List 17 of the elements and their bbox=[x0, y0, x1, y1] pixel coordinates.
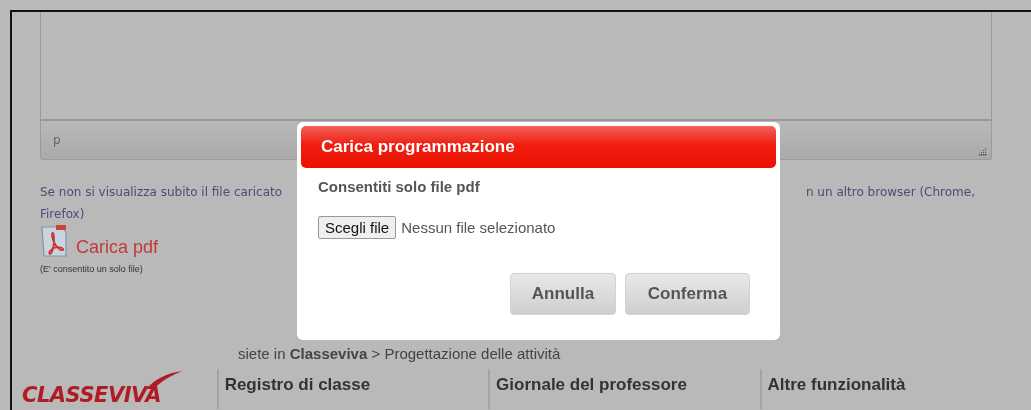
upload-hint: (E' consentito un solo file) bbox=[40, 264, 144, 274]
notice-text: n un altro browser (Chrome, bbox=[805, 184, 975, 200]
menu-column-heading: Registro di classe bbox=[224, 375, 371, 394]
menu-column-heading: Giornale del professore bbox=[496, 375, 687, 394]
notice-text: Se non si visualizza subito il file caricato bbox=[40, 184, 283, 200]
dialog-button[interactable]: Conferma bbox=[625, 273, 750, 315]
menu-column-heading: Altre funzionalità bbox=[767, 375, 906, 394]
choose-file-button[interactable]: Scegli file bbox=[318, 216, 397, 239]
notice-text: Firefox) bbox=[40, 207, 85, 221]
breadcrumb: siete in Classeviva > Progettazione delle attività bbox=[238, 345, 561, 362]
dialog-button[interactable]: Annulla bbox=[510, 273, 616, 315]
logo[interactable]: CLASSEVIVA bbox=[12, 369, 217, 409]
file-status: Nessun file selezionato bbox=[401, 219, 556, 236]
dialog-title: Carica programmazione bbox=[321, 137, 515, 157]
dialog-message: Consentiti solo file pdf bbox=[318, 178, 481, 195]
element-path: p bbox=[53, 133, 61, 147]
upload-pdf-link[interactable]: Carica pdf bbox=[76, 236, 159, 258]
